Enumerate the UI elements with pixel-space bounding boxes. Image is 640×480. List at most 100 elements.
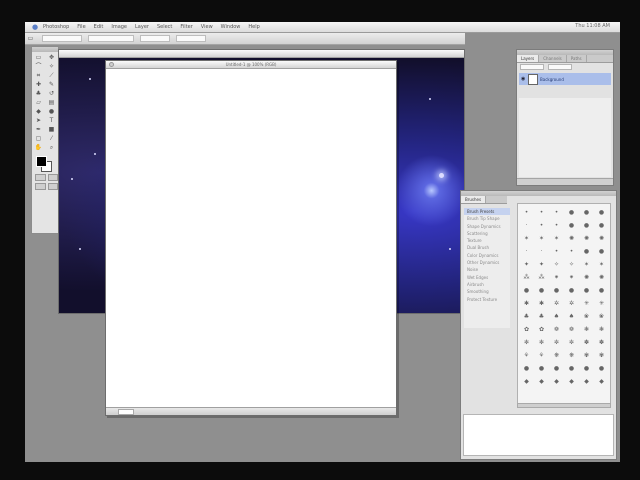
brush-preset-icon[interactable]: ● xyxy=(534,284,549,297)
brush-setting-item[interactable]: Protect Texture xyxy=(464,296,510,303)
brush-icon[interactable]: ✎ xyxy=(46,81,57,88)
screen-mode-full-button[interactable] xyxy=(47,183,58,190)
new-document-title-bar[interactable]: Untitled-1 @ 100% (RGB) xyxy=(106,61,396,69)
master-diameter-slider[interactable] xyxy=(517,403,611,408)
brush-preset-icon[interactable]: • xyxy=(534,219,549,232)
brush-preset-icon[interactable]: ✧ xyxy=(564,258,579,271)
menu-select[interactable]: Select xyxy=(157,24,172,30)
brush-preset-icon[interactable]: ✶ xyxy=(579,258,594,271)
tab-channels[interactable]: Channels xyxy=(539,55,567,62)
shape-icon[interactable]: ■ xyxy=(46,126,57,133)
brush-preset-icon[interactable]: ✽ xyxy=(594,336,609,349)
brush-preset-icon[interactable]: ✲ xyxy=(564,297,579,310)
brush-preset-icon[interactable]: ✳ xyxy=(579,297,594,310)
move-icon[interactable]: ✥ xyxy=(46,54,57,61)
brush-preset-icon[interactable]: ✺ xyxy=(564,232,579,245)
brush-preset-icon[interactable]: ❃ xyxy=(594,323,609,336)
brush-setting-item[interactable]: Other Dynamics xyxy=(464,259,510,266)
hand-icon[interactable]: ✋ xyxy=(33,144,44,151)
brush-preset-icon[interactable]: ● xyxy=(564,219,579,232)
layer-row-background[interactable]: ◉ Background xyxy=(519,73,611,85)
brush-preset-icon[interactable]: ❁ xyxy=(564,323,579,336)
option-field-feather[interactable] xyxy=(42,35,82,42)
menu-view[interactable]: View xyxy=(201,24,213,30)
type-icon[interactable]: T xyxy=(46,117,57,124)
brush-preset-icon[interactable]: ✳ xyxy=(594,297,609,310)
brush-preset-icon[interactable]: ✼ xyxy=(549,336,564,349)
zoom-icon[interactable]: ⌕ xyxy=(46,144,57,151)
notes-icon[interactable]: ▢ xyxy=(33,135,44,142)
brush-preset-icon[interactable]: ● xyxy=(519,284,534,297)
brush-preset-icon[interactable]: ✲ xyxy=(549,297,564,310)
brush-preset-icon[interactable]: ❀ xyxy=(579,310,594,323)
brush-preset-icon[interactable]: ✦ xyxy=(519,258,534,271)
menu-layer[interactable]: Layer xyxy=(135,24,149,30)
menu-file[interactable]: File xyxy=(77,24,85,30)
brush-preset-icon[interactable]: · xyxy=(519,245,534,258)
brush-preset-icon[interactable]: ◆ xyxy=(534,375,549,388)
brush-setting-item[interactable]: Wet Edges xyxy=(464,274,510,281)
opacity-field[interactable] xyxy=(548,64,572,70)
brush-preset-icon[interactable]: ⁂ xyxy=(519,271,534,284)
dodge-icon[interactable]: ● xyxy=(46,108,57,115)
brush-preset-icon[interactable]: ● xyxy=(579,245,594,258)
lasso-icon[interactable]: ⌒ xyxy=(33,63,44,70)
brush-preset-icon[interactable]: ♠ xyxy=(564,310,579,323)
brush-preset-icon[interactable]: ♠ xyxy=(549,310,564,323)
standard-mode-button[interactable] xyxy=(35,174,46,181)
clone-stamp-icon[interactable]: ♣ xyxy=(33,90,44,97)
menu-app-name[interactable]: Photoshop xyxy=(43,24,69,30)
brush-preset-icon[interactable]: ⁂ xyxy=(534,271,549,284)
brush-preset-icon[interactable]: ⚘ xyxy=(519,349,534,362)
brush-setting-item[interactable]: Brush Presets xyxy=(464,208,510,216)
brush-preset-icon[interactable]: ⁕ xyxy=(564,271,579,284)
brush-preset-icon[interactable]: · xyxy=(519,219,534,232)
history-brush-icon[interactable]: ↺ xyxy=(46,90,57,97)
brush-setting-item[interactable]: Color Dynamics xyxy=(464,252,510,259)
brush-preset-icon[interactable]: ❀ xyxy=(594,310,609,323)
option-field-height[interactable] xyxy=(176,35,206,42)
brush-preset-icon[interactable]: ● xyxy=(594,206,609,219)
brush-preset-icon[interactable]: ✺ xyxy=(594,271,609,284)
brush-preset-icon[interactable]: ✼ xyxy=(564,336,579,349)
brush-preset-icon[interactable]: ♣ xyxy=(534,310,549,323)
brush-preset-icon[interactable]: ● xyxy=(579,362,594,375)
brush-preset-icon[interactable]: ● xyxy=(519,362,534,375)
brush-preset-icon[interactable]: ✶ xyxy=(594,258,609,271)
brush-preset-icon[interactable]: ● xyxy=(564,362,579,375)
space-document-title-bar[interactable] xyxy=(59,50,464,58)
zoom-field[interactable] xyxy=(118,409,134,415)
menu-image[interactable]: Image xyxy=(111,24,127,30)
option-field-width[interactable] xyxy=(140,35,170,42)
brush-preset-icon[interactable]: ● xyxy=(564,206,579,219)
magic-wand-icon[interactable]: ✧ xyxy=(46,63,57,70)
brush-setting-item[interactable]: Texture xyxy=(464,237,510,244)
blur-icon[interactable]: ◆ xyxy=(33,108,44,115)
menu-help[interactable]: Help xyxy=(248,24,259,30)
brush-preset-icon[interactable]: • xyxy=(549,219,564,232)
brush-preset-icon[interactable]: ❁ xyxy=(549,323,564,336)
brush-preset-icon[interactable]: ⚘ xyxy=(534,349,549,362)
close-window-icon[interactable] xyxy=(109,62,114,67)
brush-preset-icon[interactable]: ◆ xyxy=(519,375,534,388)
brush-preset-icon[interactable]: • xyxy=(519,206,534,219)
brush-preset-icon[interactable]: ◆ xyxy=(564,375,579,388)
brush-preset-icon[interactable]: ● xyxy=(594,362,609,375)
tab-paths[interactable]: Paths xyxy=(567,55,587,62)
foreground-color-swatch[interactable] xyxy=(36,156,47,167)
gradient-icon[interactable]: ▤ xyxy=(46,99,57,106)
brush-preset-icon[interactable]: ❋ xyxy=(564,349,579,362)
brush-preset-icon[interactable]: ✾ xyxy=(579,349,594,362)
brush-preset-icon[interactable]: ⁕ xyxy=(549,271,564,284)
screen-mode-standard-button[interactable] xyxy=(35,183,46,190)
brush-preset-icon[interactable]: ✾ xyxy=(594,349,609,362)
brush-preset-icon[interactable]: ● xyxy=(579,219,594,232)
brush-preset-icon[interactable]: ● xyxy=(564,284,579,297)
brush-preset-icon[interactable]: ✺ xyxy=(594,232,609,245)
brush-preset-icon[interactable]: ✱ xyxy=(519,297,534,310)
quick-mask-button[interactable] xyxy=(47,174,58,181)
brush-setting-item[interactable]: Airbrush xyxy=(464,281,510,288)
menu-filter[interactable]: Filter xyxy=(180,24,192,30)
brush-setting-item[interactable]: Brush Tip Shape xyxy=(464,215,510,222)
menu-edit[interactable]: Edit xyxy=(94,24,104,30)
